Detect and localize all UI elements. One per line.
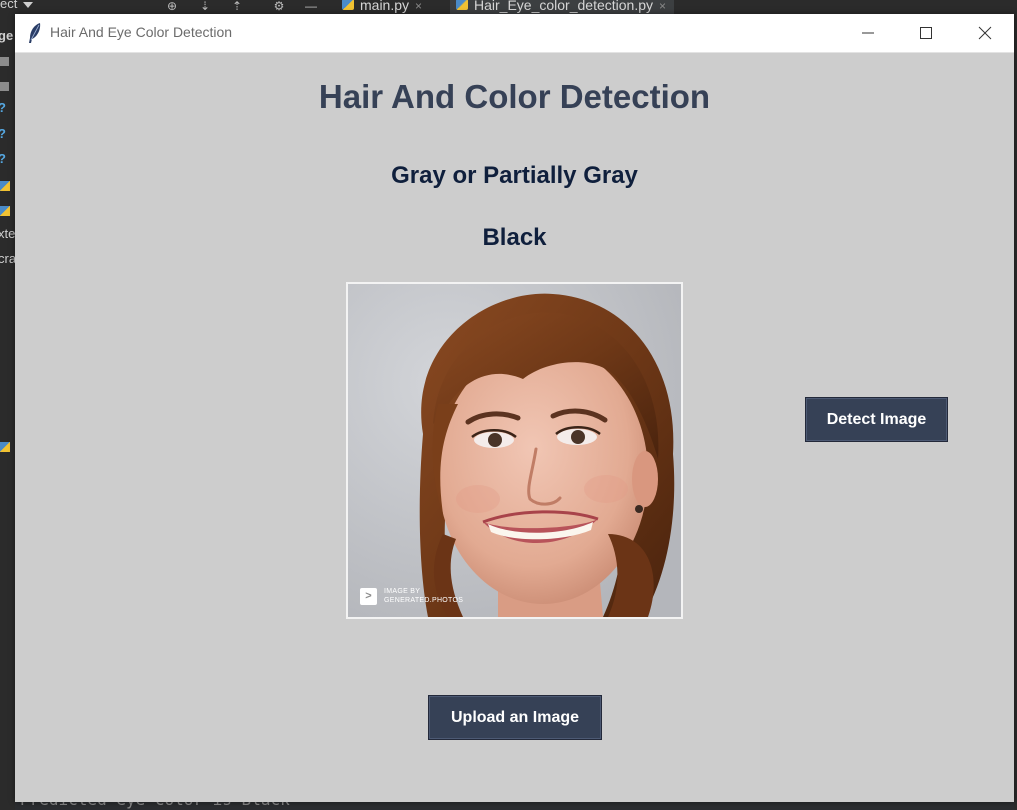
eye-color-result: Black — [482, 224, 547, 251]
portrait-photo — [348, 284, 681, 617]
unknown-file-icon[interactable]: ? — [0, 126, 15, 146]
editor-tab-label: Hair_Eye_color_detection.py — [474, 0, 653, 13]
close-icon — [978, 26, 992, 40]
app-heading: Hair And Color Detection — [318, 78, 711, 115]
python-file-icon — [342, 0, 354, 10]
maximize-button[interactable] — [897, 14, 955, 52]
python-file-icon — [456, 0, 468, 10]
folder-icon[interactable] — [0, 52, 15, 72]
close-tab-icon[interactable]: × — [659, 0, 666, 13]
minimize-button[interactable] — [839, 14, 897, 52]
folder-icon[interactable] — [0, 77, 15, 97]
maximize-icon — [920, 27, 932, 39]
gear-icon[interactable]: ⚙ — [271, 0, 287, 12]
project-panel-label: ge — [0, 28, 14, 43]
collapse-all-icon[interactable]: ⇡ — [229, 0, 245, 12]
python-file-icon[interactable] — [0, 176, 15, 196]
close-button[interactable] — [956, 14, 1014, 52]
python-file-icon[interactable] — [0, 201, 15, 221]
ide-project-panel: ge ? ? ? xte cra — [0, 14, 15, 810]
watermark-line-1: IMAGE BY — [384, 588, 421, 595]
project-item-label[interactable]: cra — [0, 251, 15, 271]
feather-icon — [29, 23, 41, 43]
unknown-file-icon[interactable]: ? — [0, 151, 15, 171]
minimize-icon — [862, 32, 874, 34]
detect-image-button[interactable]: Detect Image — [805, 397, 948, 442]
window-title: Hair And Eye Color Detection — [50, 24, 233, 40]
ide-config-label: ect — [0, 0, 18, 11]
app-window: Hair And Eye Color Detection Hair And Co… — [15, 14, 1014, 802]
ide-config-dropdown[interactable]: ect — [0, 0, 34, 11]
hide-panel-icon[interactable]: — — [303, 0, 319, 12]
editor-tab-label: main.py — [360, 0, 410, 13]
python-console-icon[interactable] — [0, 437, 15, 457]
expand-all-icon[interactable]: ⇣ — [197, 0, 213, 12]
project-item-label[interactable]: xte — [0, 226, 15, 246]
unknown-file-icon[interactable]: ? — [0, 100, 15, 120]
editor-tab-detection[interactable]: Hair_Eye_color_detection.py × — [450, 0, 675, 14]
watermark-line-2: GENERATED.PHOTOS — [384, 597, 464, 604]
editor-tab-main[interactable]: main.py × — [336, 0, 430, 14]
watermark-text: IMAGE BY GENERATED.PHOTOS — [384, 587, 463, 605]
image-watermark: > IMAGE BY GENERATED.PHOTOS — [360, 587, 463, 605]
chevron-down-icon — [23, 1, 34, 8]
watermark-logo-icon: > — [360, 587, 377, 605]
window-titlebar[interactable]: Hair And Eye Color Detection — [15, 14, 1014, 53]
upload-image-button[interactable]: Upload an Image — [428, 695, 602, 740]
target-icon[interactable]: ⊕ — [164, 0, 180, 12]
hair-color-result: Gray or Partially Gray — [391, 162, 638, 189]
close-tab-icon[interactable]: × — [415, 0, 422, 13]
uploaded-image-preview: > IMAGE BY GENERATED.PHOTOS — [346, 282, 683, 619]
ide-toolbar: ect ⊕ ⇣ ⇡ ⚙ — main.py × Hair_Eye_color_de… — [0, 0, 1017, 14]
